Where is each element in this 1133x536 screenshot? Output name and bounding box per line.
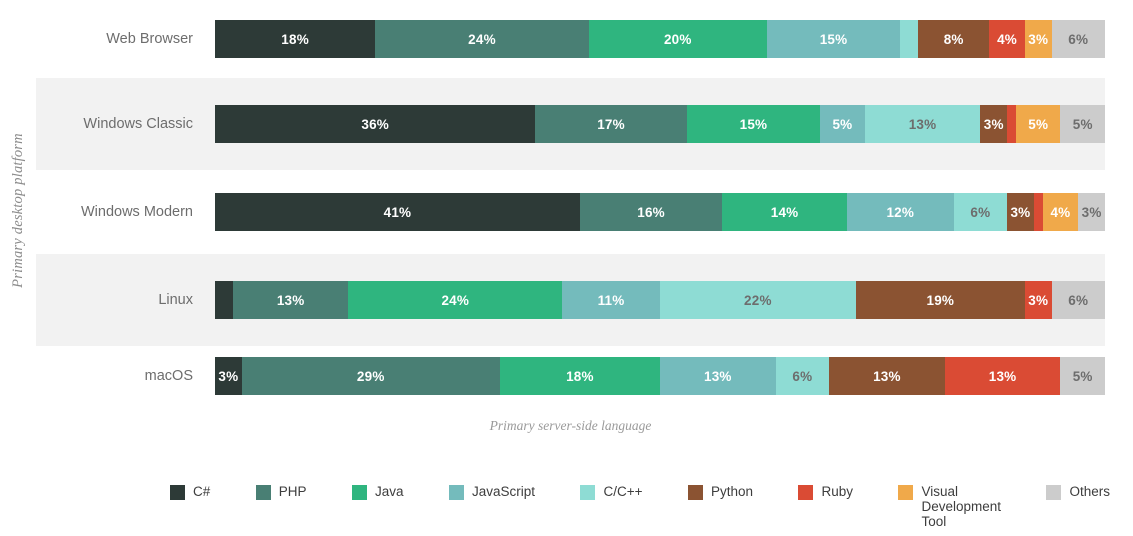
legend-label: C# — [193, 484, 211, 499]
bar-segment: 29% — [241, 357, 500, 395]
bar-segment: 3% — [1078, 193, 1105, 231]
legend-swatch-icon — [448, 485, 464, 500]
legend-item[interactable]: Ruby — [798, 484, 853, 500]
legend-swatch-icon — [580, 485, 596, 500]
legend-item[interactable]: Python — [687, 484, 753, 500]
legend-label: Others — [1069, 484, 1110, 499]
bar-segment: 12% — [846, 193, 954, 231]
legend-item[interactable]: PHP — [255, 484, 307, 500]
bar-segment: 3% — [1024, 20, 1052, 58]
stacked-bar: 36% 17% 15% 5% 13% 3% 5% 5% — [215, 105, 1105, 143]
legend-item[interactable]: C# — [170, 484, 210, 500]
bar-segment: 19% — [855, 281, 1025, 319]
bar-segment: 6% — [775, 357, 830, 395]
chart-row: Windows Classic 36% 17% 15% 5% 13% 3% 5% 5% — [36, 78, 1105, 170]
bar-segment: 8% — [918, 20, 990, 58]
stacked-bar: 3% 29% 18% 13% 6% 13% 13% 5% — [215, 357, 1105, 395]
bar-segment — [1033, 193, 1043, 231]
legend-swatch-icon — [898, 485, 914, 500]
legend-label: Ruby — [821, 484, 853, 499]
bar-segment: 5% — [1060, 105, 1105, 143]
legend-swatch-icon — [351, 485, 367, 500]
plot-area: Web Browser 18% 24% 20% 15% 8% 4% 3% 6% Windows C… — [36, 0, 1133, 412]
legend-item[interactable]: JavaScript — [448, 484, 535, 500]
bar-segment: 24% — [348, 281, 563, 319]
bar-segment: 13% — [829, 357, 945, 395]
bar-segment: 13% — [659, 357, 776, 395]
row-label-windows-modern: Windows Modern — [80, 204, 193, 220]
legend-swatch-icon — [255, 485, 271, 500]
legend-label: Visual Development Tool — [921, 484, 1001, 529]
legend-label: Python — [710, 484, 753, 499]
bar-segment — [1007, 105, 1016, 143]
row-label-web-browser: Web Browser — [106, 31, 193, 47]
bar-segment: 18% — [499, 357, 660, 395]
bar-segment: 6% — [953, 193, 1008, 231]
stacked-bar: 13% 24% 11% 22% 19% 3% 6% — [215, 281, 1105, 319]
legend-label: Java — [374, 484, 404, 499]
legend-label: C/C++ — [603, 484, 643, 499]
chart-row: Windows Modern 41% 16% 14% 12% 6% 3% 4% 3% — [36, 170, 1105, 254]
bar-segment: 24% — [375, 20, 589, 58]
chart-row: Web Browser 18% 24% 20% 15% 8% 4% 3% 6% — [36, 0, 1105, 78]
row-label-linux: Linux — [158, 292, 193, 308]
bar-segment: 17% — [535, 105, 687, 143]
stacked-bar: 41% 16% 14% 12% 6% 3% 4% 3% — [215, 193, 1105, 231]
x-axis-title: Primary server-side language — [489, 418, 652, 433]
legend-item[interactable]: Others — [1046, 484, 1110, 500]
bar-segment: 18% — [215, 20, 376, 58]
legend-item[interactable]: Java — [351, 484, 404, 500]
bar-segment: 3% — [980, 105, 1008, 143]
bar-segment: 13% — [864, 105, 981, 143]
legend-item[interactable]: Visual Development Tool — [898, 484, 1001, 529]
bar-segment: 14% — [722, 193, 847, 231]
bar-segment: 3% — [215, 357, 242, 395]
row-label-windows-classic: Windows Classic — [83, 116, 193, 132]
bar-segment: 5% — [820, 105, 865, 143]
bar-segment: 13% — [232, 281, 349, 319]
bar-segment: 41% — [215, 193, 580, 231]
bar-segment: 15% — [766, 20, 901, 58]
bar-segment: 11% — [562, 281, 660, 319]
bar-segment: 16% — [579, 193, 723, 231]
bar-segment: 3% — [1024, 281, 1052, 319]
bar-segment: 36% — [215, 105, 536, 143]
chart-row: Linux 13% 24% 11% 22% 19% 3% 6% — [36, 254, 1105, 346]
legend-label: PHP — [278, 484, 307, 499]
legend-swatch-icon — [1046, 485, 1062, 500]
bar-segment: 20% — [588, 20, 767, 58]
chart-legend: C# PHP Java JavaScript C/C++ Python Ruby Visual… — [170, 484, 1110, 529]
legend-item[interactable]: C/C++ — [580, 484, 643, 500]
bar-segment: 22% — [659, 281, 856, 319]
y-axis-title-text: Primary desktop platform — [9, 132, 26, 288]
stacked-bar: 18% 24% 20% 15% 8% 4% 3% 6% — [215, 20, 1105, 58]
legend-swatch-icon — [798, 485, 814, 500]
legend-swatch-icon — [170, 485, 185, 500]
legend-label: JavaScript — [471, 484, 535, 499]
y-axis-title: Primary desktop platform — [0, 0, 36, 420]
stacked-bar-chart: Primary desktop platform Web Browser 18% 2… — [0, 0, 1133, 536]
bar-segment: 6% — [1051, 20, 1105, 58]
bar-segment: 15% — [686, 105, 821, 143]
bar-segment: 13% — [944, 357, 1061, 395]
bar-segment — [215, 281, 233, 319]
legend-swatch-icon — [687, 485, 703, 500]
bar-segment: 4% — [1042, 193, 1079, 231]
bar-segment: 6% — [1051, 281, 1105, 319]
row-label-macos: macOS — [144, 368, 193, 384]
bar-segment: 4% — [989, 20, 1025, 58]
bar-segment: 5% — [1060, 357, 1105, 395]
bar-segment — [900, 20, 919, 58]
bar-segment: 5% — [1015, 105, 1061, 143]
bar-segment: 3% — [1007, 193, 1034, 231]
chart-row: macOS 3% 29% 18% 13% 6% 13% 13% 5% — [36, 340, 1105, 412]
